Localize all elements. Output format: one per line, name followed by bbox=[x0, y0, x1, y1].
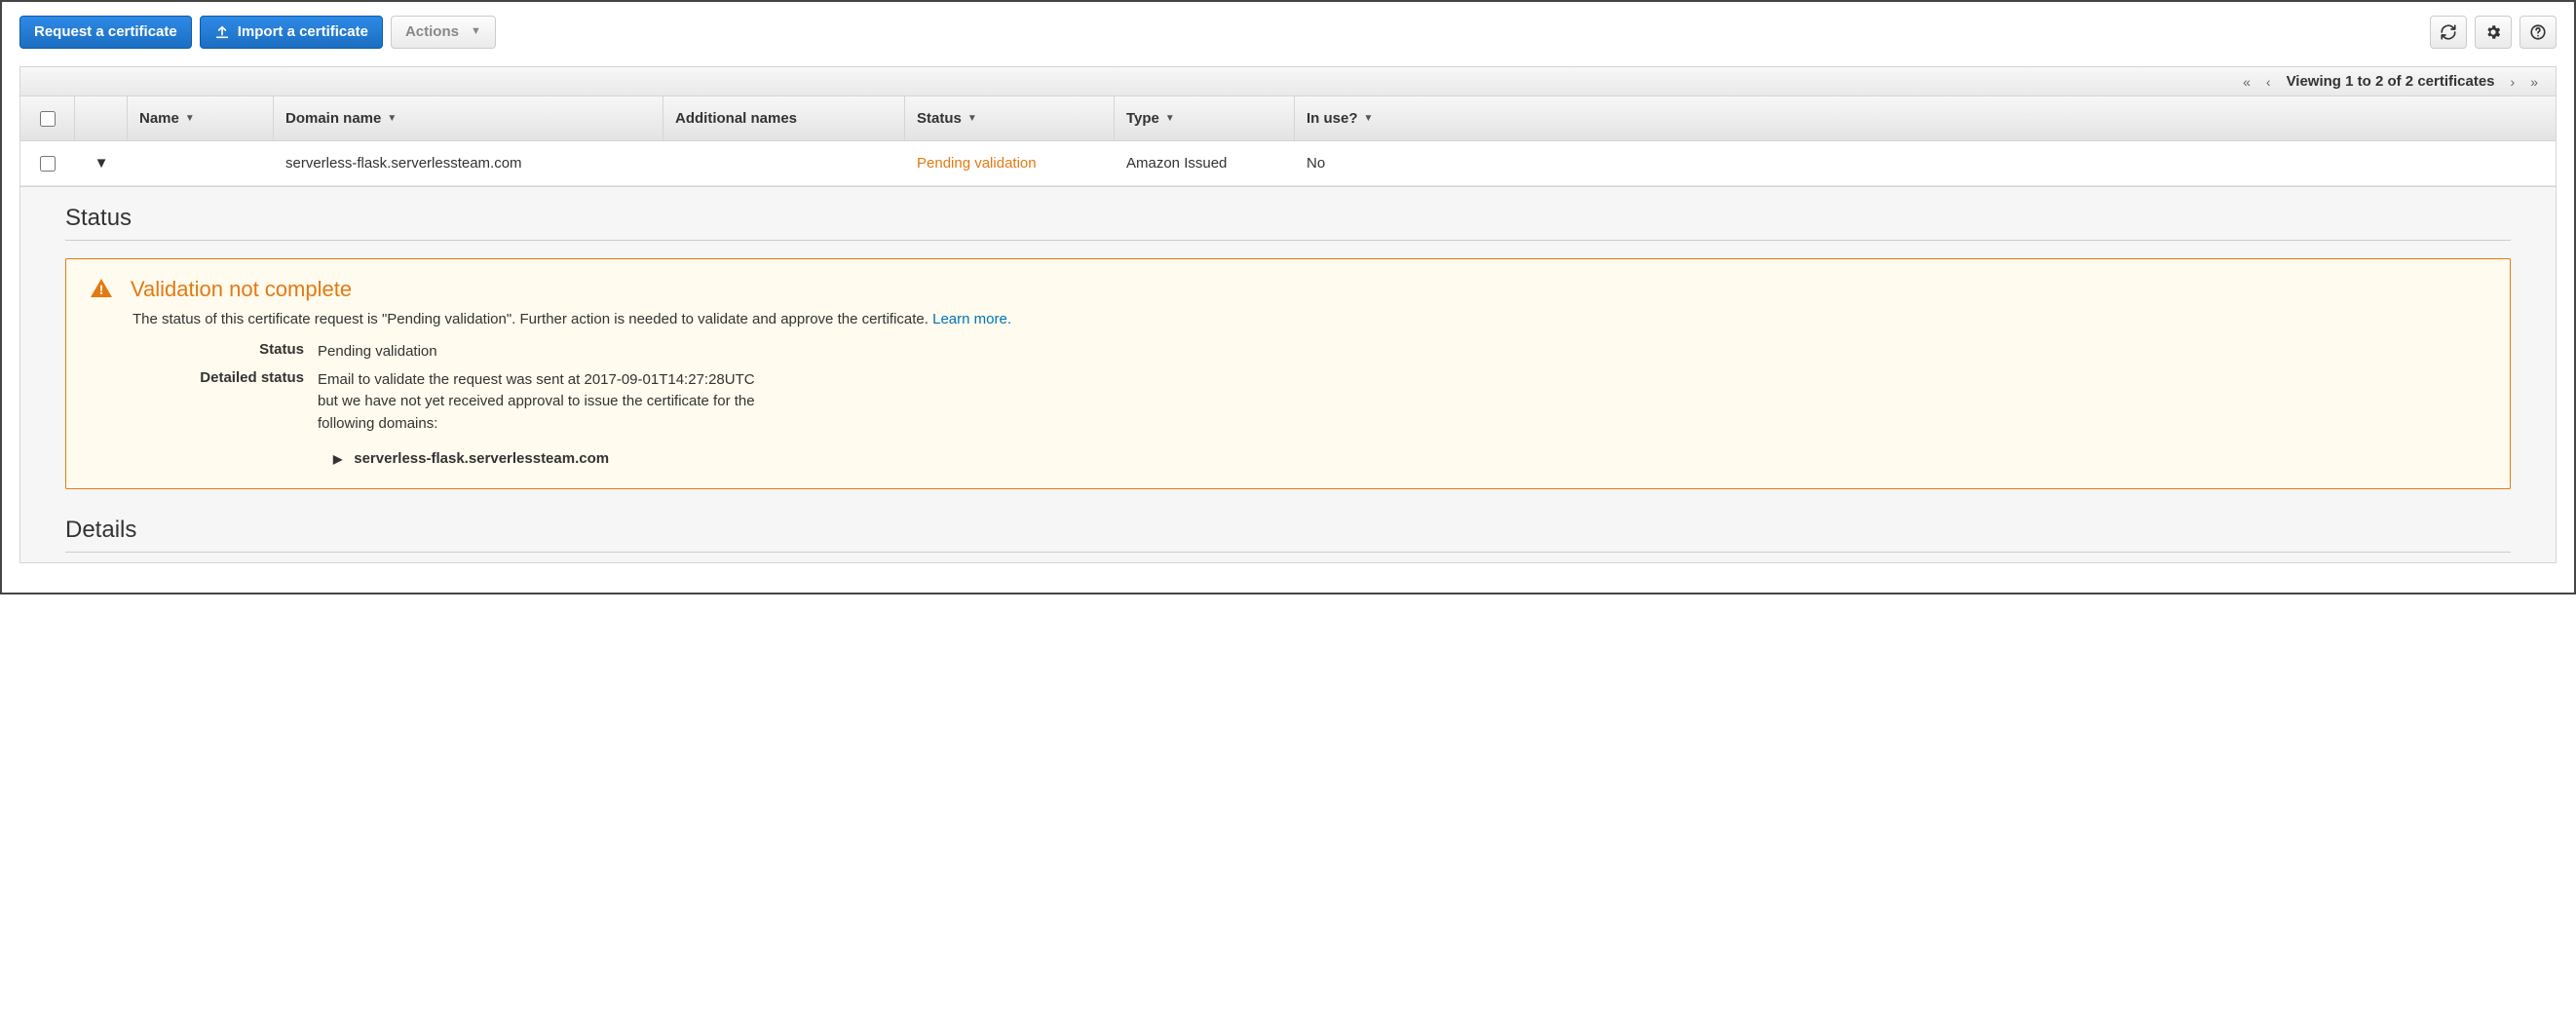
domain-column-header[interactable]: Domain name ▼ bbox=[274, 96, 663, 140]
row-type-cell: Amazon Issued bbox=[1115, 141, 1295, 185]
row-inuse-cell: No bbox=[1295, 141, 2556, 185]
status-section-title: Status bbox=[65, 205, 2511, 241]
pending-domain-name: serverless-flask.serverlessteam.com bbox=[354, 450, 609, 467]
help-button[interactable] bbox=[2519, 16, 2557, 49]
name-column-header[interactable]: Name ▼ bbox=[128, 96, 274, 140]
sort-caret-icon: ▼ bbox=[185, 113, 195, 124]
actions-dropdown-button[interactable]: Actions ▼ bbox=[391, 16, 496, 49]
caret-down-icon: ▼ bbox=[471, 25, 481, 38]
import-certificate-label: Import a certificate bbox=[238, 23, 368, 41]
inuse-column-header[interactable]: In use? ▼ bbox=[1295, 96, 2556, 140]
gear-icon bbox=[2484, 23, 2502, 41]
pending-domains-list: ▶ serverless-flask.serverlessteam.com bbox=[333, 450, 2486, 467]
refresh-icon bbox=[2440, 23, 2457, 41]
kv-detailed-value: Email to validate the request was sent a… bbox=[318, 369, 766, 436]
settings-button[interactable] bbox=[2475, 16, 2512, 49]
additional-names-column-header[interactable]: Additional names bbox=[663, 96, 905, 140]
pager-text: Viewing 1 to 2 of 2 certificates bbox=[2287, 73, 2495, 90]
status-column-header[interactable]: Status ▼ bbox=[905, 96, 1115, 140]
row-checkbox[interactable] bbox=[40, 156, 56, 172]
row-name-cell bbox=[128, 141, 274, 185]
sort-caret-icon: ▼ bbox=[1165, 113, 1175, 124]
select-all-checkbox[interactable] bbox=[40, 111, 56, 127]
table-header-row: Name ▼ Domain name ▼ Additional names St… bbox=[20, 96, 2556, 141]
type-column-label: Type bbox=[1126, 110, 1159, 127]
request-certificate-button[interactable]: Request a certificate bbox=[19, 16, 192, 49]
certificates-table: Name ▼ Domain name ▼ Additional names St… bbox=[19, 96, 2557, 187]
sort-caret-icon: ▼ bbox=[1364, 113, 1374, 124]
import-certificate-button[interactable]: Import a certificate bbox=[200, 16, 383, 49]
expand-column bbox=[75, 96, 128, 140]
type-column-header[interactable]: Type ▼ bbox=[1115, 96, 1295, 140]
alert-message-text: The status of this certificate request i… bbox=[133, 311, 932, 327]
table-row[interactable]: ▼ serverless-flask.serverlessteam.com Pe… bbox=[20, 141, 2556, 186]
domain-column-label: Domain name bbox=[285, 110, 381, 127]
select-all-column bbox=[20, 96, 75, 140]
inuse-column-label: In use? bbox=[1307, 110, 1358, 127]
upload-icon bbox=[214, 24, 230, 40]
kv-status-label: Status bbox=[133, 341, 318, 364]
details-section-title: Details bbox=[65, 517, 2511, 553]
alert-message: The status of this certificate request i… bbox=[133, 311, 2486, 327]
validation-alert: Validation not complete The status of th… bbox=[65, 258, 2511, 489]
first-page-icon[interactable]: « bbox=[2243, 74, 2251, 90]
status-column-label: Status bbox=[917, 110, 962, 127]
detail-panel: Status Validation not complete The statu… bbox=[19, 187, 2557, 563]
actions-label: Actions bbox=[405, 23, 459, 41]
additional-names-column-label: Additional names bbox=[675, 110, 797, 127]
warning-icon bbox=[90, 277, 113, 303]
kv-row-status: Status Pending validation bbox=[133, 341, 2486, 364]
kv-status-value: Pending validation bbox=[318, 341, 766, 364]
help-icon bbox=[2529, 23, 2547, 41]
row-status-cell: Pending validation bbox=[905, 141, 1115, 185]
pending-domain-item[interactable]: ▶ serverless-flask.serverlessteam.com bbox=[333, 450, 2486, 467]
kv-row-detailed: Detailed status Email to validate the re… bbox=[133, 369, 2486, 436]
request-certificate-label: Request a certificate bbox=[34, 23, 177, 41]
alert-header: Validation not complete bbox=[90, 277, 2486, 303]
sort-caret-icon: ▼ bbox=[967, 113, 977, 124]
last-page-icon[interactable]: » bbox=[2530, 74, 2538, 90]
expand-caret-icon: ▼ bbox=[95, 155, 109, 172]
alert-title: Validation not complete bbox=[131, 277, 352, 302]
learn-more-link[interactable]: Learn more. bbox=[932, 311, 1011, 327]
kv-detailed-label: Detailed status bbox=[133, 369, 318, 436]
refresh-button[interactable] bbox=[2430, 16, 2467, 49]
status-key-values: Status Pending validation Detailed statu… bbox=[133, 341, 2486, 435]
expand-right-icon: ▶ bbox=[333, 452, 342, 466]
pagination-bar: « ‹ Viewing 1 to 2 of 2 certificates › » bbox=[19, 66, 2557, 96]
toolbar: Request a certificate Import a certifica… bbox=[19, 16, 2557, 49]
row-domain-cell: serverless-flask.serverlessteam.com bbox=[274, 141, 663, 185]
page-container: Request a certificate Import a certifica… bbox=[2, 2, 2574, 593]
name-column-label: Name bbox=[139, 110, 179, 127]
row-additional-cell bbox=[663, 141, 905, 185]
row-select-cell bbox=[20, 141, 75, 185]
row-expand-cell[interactable]: ▼ bbox=[75, 141, 128, 185]
sort-caret-icon: ▼ bbox=[387, 113, 397, 124]
prev-page-icon[interactable]: ‹ bbox=[2266, 74, 2271, 90]
next-page-icon[interactable]: › bbox=[2511, 74, 2516, 90]
